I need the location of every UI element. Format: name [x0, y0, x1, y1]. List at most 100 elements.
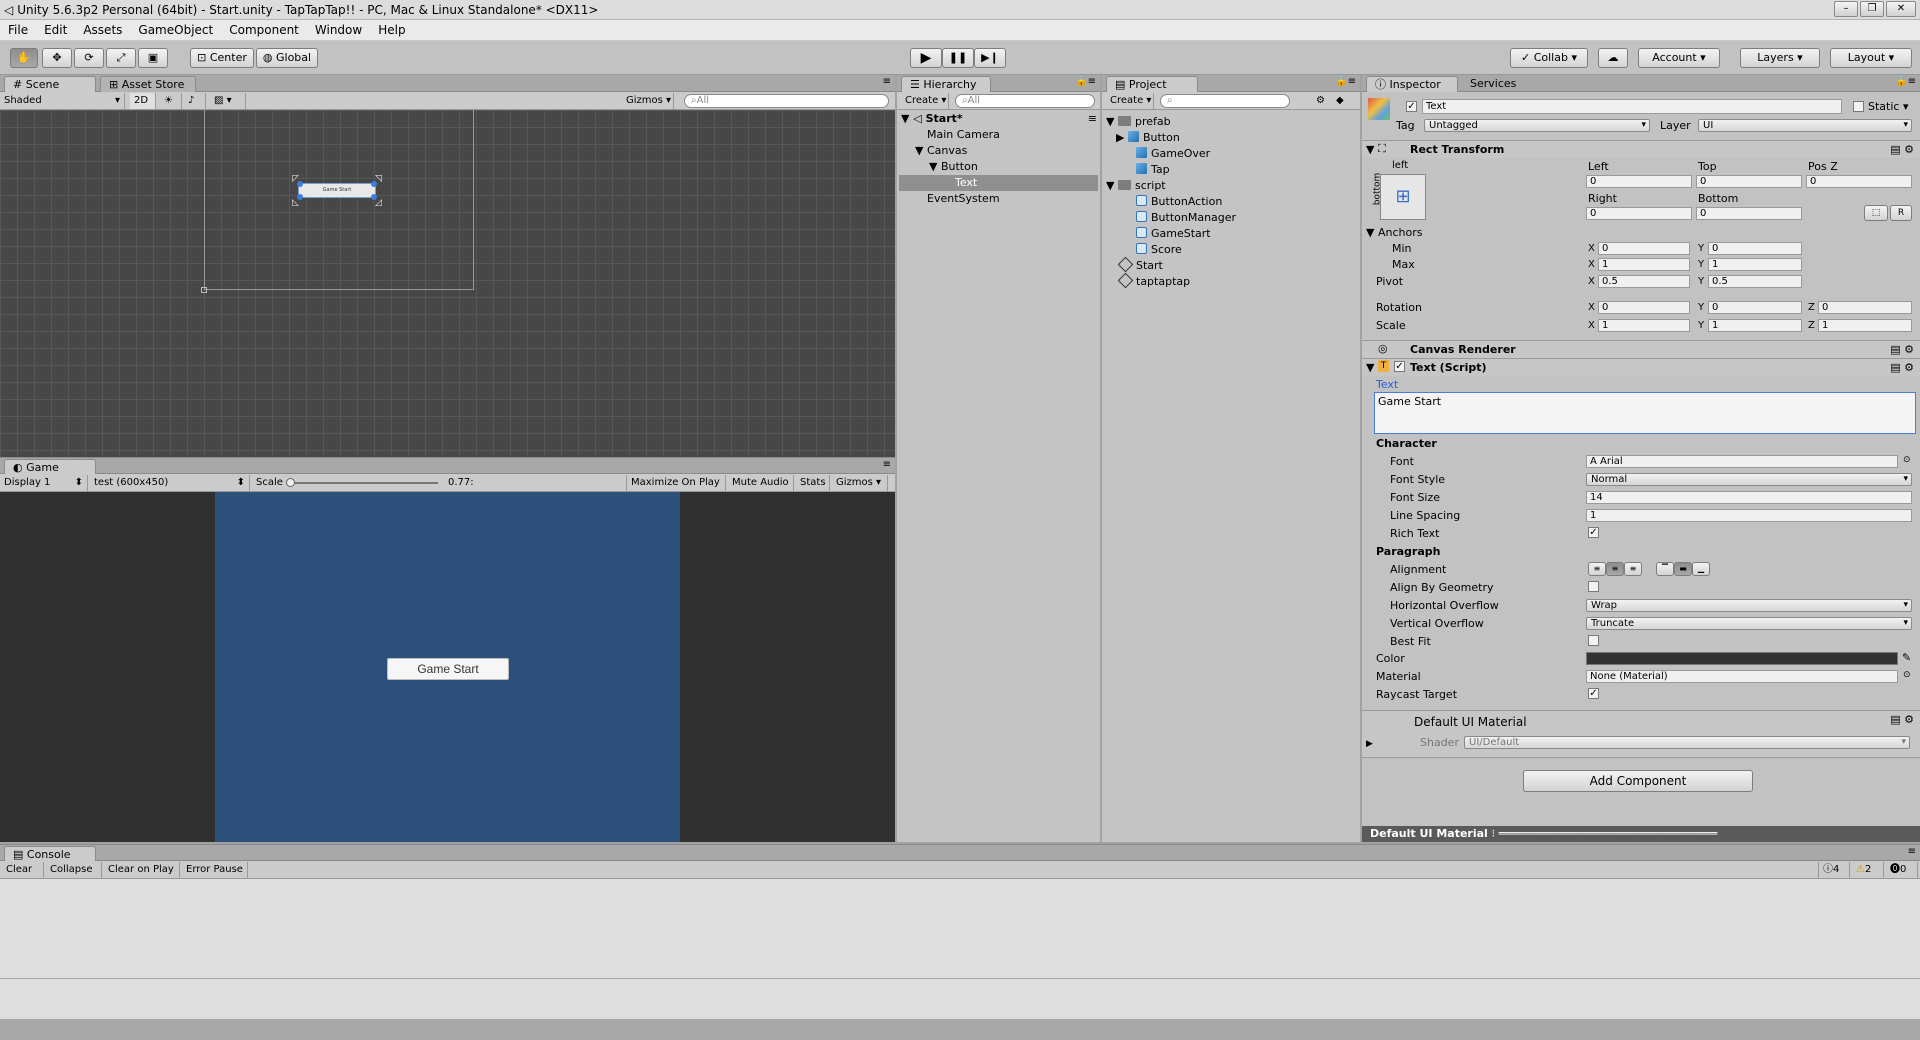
- menu-edit[interactable]: Edit: [36, 23, 75, 37]
- asset-tap-prefab[interactable]: Tap: [1136, 162, 1170, 178]
- collapse-arrow-icon[interactable]: ▶: [1366, 739, 1373, 749]
- panel-menu-icon[interactable]: ≡: [1908, 846, 1916, 857]
- resolution-dropdown[interactable]: test (600x450) ⬍: [90, 475, 250, 491]
- rich-text-checkbox[interactable]: ✓: [1588, 527, 1599, 538]
- asset-buttonaction-script[interactable]: ButtonAction: [1136, 194, 1222, 210]
- asset-buttonmanager-script[interactable]: ButtonManager: [1136, 210, 1236, 226]
- canvas-corner-handle[interactable]: [201, 287, 207, 293]
- pivot-global-button[interactable]: ◍ Global: [256, 48, 318, 68]
- filter-type-icon[interactable]: ⚙: [1312, 93, 1330, 109]
- collab-button[interactable]: ✓ Collab ▾: [1510, 48, 1588, 68]
- scale-z-field[interactable]: 1: [1818, 319, 1912, 332]
- asset-taptaptap-scene[interactable]: taptaptap: [1117, 272, 1190, 290]
- play-button[interactable]: ▶: [910, 48, 942, 68]
- menu-assets[interactable]: Assets: [75, 23, 130, 37]
- console-detail-area[interactable]: [0, 979, 1920, 1019]
- game-gizmos-dropdown[interactable]: Gizmos ▾: [832, 475, 888, 491]
- text-script-header[interactable]: ▼ T ✓ Text (Script) ▤ ⚙: [1362, 358, 1920, 376]
- anchor-max-x-field[interactable]: 1: [1598, 258, 1690, 271]
- scale-tool-icon[interactable]: ⤢: [106, 48, 136, 68]
- anchor-preset-icon[interactable]: ⊞: [1380, 174, 1426, 220]
- rect-transform-header[interactable]: ▼ ⛶ Rect Transform ▤ ⚙: [1362, 140, 1920, 158]
- hierarchy-item-button[interactable]: ▼ Button: [929, 159, 978, 175]
- selected-button-rect[interactable]: Game Start: [298, 183, 376, 198]
- canvas-renderer-header[interactable]: ◎ Canvas Renderer ▤ ⚙: [1362, 340, 1920, 358]
- minimize-button[interactable]: –: [1834, 1, 1858, 17]
- best-fit-checkbox[interactable]: [1588, 635, 1599, 646]
- panel-menu-icon[interactable]: ≡: [883, 76, 891, 87]
- hand-tool-icon[interactable]: ✋: [10, 48, 38, 68]
- console-collapse-toggle[interactable]: Collapse: [46, 862, 102, 878]
- material-field[interactable]: None (Material): [1586, 670, 1898, 683]
- scale-slider-thumb[interactable]: [286, 478, 295, 487]
- step-button[interactable]: ▶❙: [974, 48, 1006, 68]
- anchor-min-y-field[interactable]: 0: [1708, 242, 1802, 255]
- scene-root[interactable]: ▼ ◁ Start* ≡: [901, 111, 1097, 127]
- shading-dropdown[interactable]: Shaded ▾: [0, 93, 125, 109]
- top-field[interactable]: 0: [1696, 175, 1802, 188]
- scale-x-field[interactable]: 1: [1598, 319, 1690, 332]
- settings-gear-icon[interactable]: ▤ ⚙: [1890, 713, 1914, 726]
- tab-asset-store[interactable]: ⊞ Asset Store: [100, 76, 196, 92]
- display-dropdown[interactable]: Display 1 ⬍: [0, 475, 88, 491]
- settings-gear-icon[interactable]: ▤ ⚙: [1890, 361, 1914, 374]
- scene-search-input[interactable]: ⌕All: [684, 94, 889, 108]
- console-log-area[interactable]: [0, 879, 1920, 979]
- tab-inspector[interactable]: ⓘ Inspector: [1366, 76, 1458, 92]
- settings-gear-icon[interactable]: ▤ ⚙: [1890, 143, 1914, 156]
- left-field[interactable]: 0: [1586, 175, 1692, 188]
- scene-gizmos-dropdown[interactable]: Gizmos ▾: [622, 93, 674, 109]
- asset-gamestart-script[interactable]: GameStart: [1136, 226, 1211, 242]
- anchor-max-y-field[interactable]: 1: [1708, 258, 1802, 271]
- hierarchy-search-input[interactable]: ⌕All: [955, 94, 1095, 108]
- horizontal-overflow-dropdown[interactable]: Wrap: [1586, 599, 1912, 612]
- asset-score-script[interactable]: Score: [1136, 242, 1182, 258]
- align-left-icon[interactable]: ≡: [1588, 562, 1606, 576]
- console-clear-on-play-toggle[interactable]: Clear on Play: [104, 862, 180, 878]
- align-bottom-icon[interactable]: ▁: [1692, 562, 1710, 576]
- preview-bar[interactable]: Default UI Material ⁝ ══════════════════…: [1362, 826, 1920, 842]
- tag-dropdown[interactable]: Untagged: [1424, 119, 1650, 132]
- console-clear-button[interactable]: Clear: [2, 862, 44, 878]
- anchors-label[interactable]: ▼ Anchors: [1366, 226, 1422, 239]
- color-swatch[interactable]: [1586, 652, 1898, 665]
- mode-2d-toggle[interactable]: 2D: [130, 93, 156, 109]
- hierarchy-create-button[interactable]: Create ▾: [901, 93, 949, 109]
- menu-gameobject[interactable]: GameObject: [130, 23, 221, 37]
- hierarchy-item-text[interactable]: Text: [899, 175, 1098, 191]
- tab-hierarchy[interactable]: ☰ Hierarchy: [901, 76, 991, 92]
- blueprint-mode-icon[interactable]: ⬚: [1864, 205, 1888, 221]
- project-search-input[interactable]: ⌕: [1160, 94, 1290, 108]
- asset-gameover-prefab[interactable]: GameOver: [1136, 146, 1210, 162]
- scene-menu-icon[interactable]: ≡: [1088, 111, 1097, 127]
- anchor-handle-tl[interactable]: ◸: [292, 174, 299, 184]
- close-button[interactable]: ✕: [1886, 1, 1916, 17]
- raycast-target-checkbox[interactable]: ✓: [1588, 688, 1599, 699]
- rotation-x-field[interactable]: 0: [1598, 301, 1690, 314]
- anchor-handle-bl[interactable]: ◺: [292, 198, 299, 208]
- static-checkbox[interactable]: [1853, 101, 1864, 112]
- menu-window[interactable]: Window: [307, 23, 370, 37]
- asset-start-scene[interactable]: Start: [1117, 256, 1163, 274]
- lock-icon[interactable]: 🔒≡: [1075, 76, 1096, 87]
- bottom-field[interactable]: 0: [1696, 207, 1802, 220]
- panel-menu-icon[interactable]: ≡: [883, 459, 891, 470]
- line-spacing-field[interactable]: 1: [1586, 509, 1912, 522]
- text-content-field[interactable]: Game Start: [1374, 392, 1916, 434]
- account-button[interactable]: Account ▾: [1638, 48, 1720, 68]
- filter-label-icon[interactable]: ◆: [1332, 93, 1350, 109]
- hierarchy-item-main-camera[interactable]: Main Camera: [927, 127, 1000, 143]
- scene-view[interactable]: Game Start ◸ ◹ ◺ ◿: [0, 110, 895, 457]
- menu-file[interactable]: File: [0, 23, 36, 37]
- object-picker-icon[interactable]: ⊙: [1903, 670, 1911, 680]
- pause-button[interactable]: ❚❚: [942, 48, 974, 68]
- text-enabled-checkbox[interactable]: ✓: [1394, 361, 1405, 372]
- shader-dropdown[interactable]: UI/Default: [1464, 736, 1910, 749]
- game-view[interactable]: Game Start: [0, 492, 895, 842]
- add-component-button[interactable]: Add Component: [1523, 770, 1753, 792]
- pivot-x-field[interactable]: 0.5: [1598, 275, 1690, 288]
- align-right-icon[interactable]: ≡: [1624, 562, 1642, 576]
- asset-button-prefab[interactable]: ▶ Button: [1116, 130, 1180, 146]
- rect-tool-icon[interactable]: ▣: [138, 48, 168, 68]
- pivot-y-field[interactable]: 0.5: [1708, 275, 1802, 288]
